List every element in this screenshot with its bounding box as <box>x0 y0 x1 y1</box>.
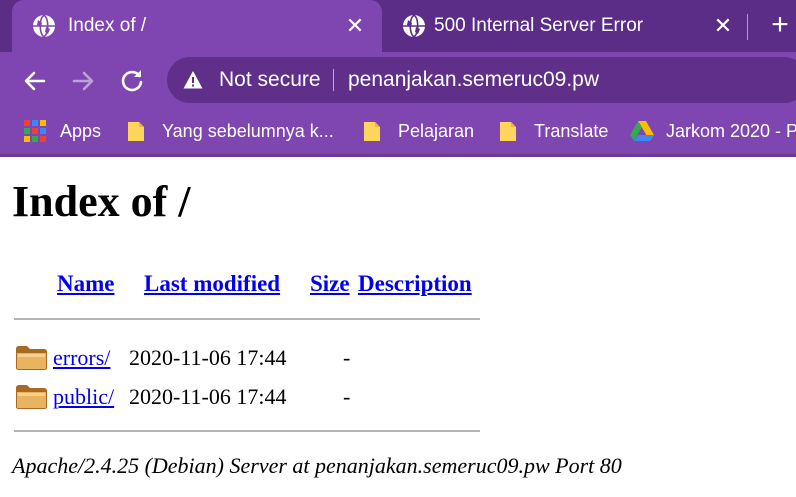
tab-500-error[interactable]: 500 Internal Server Error ✕ <box>384 0 746 52</box>
bookmark-label: Jarkom 2020 - P <box>666 121 796 141</box>
tab-close-icon[interactable]: ✕ <box>710 13 736 39</box>
last-modified-cell: 2020-11-06 17:44 <box>129 345 287 370</box>
bookmark-pelajaran[interactable]: Pelajaran <box>362 116 474 146</box>
folder-icon <box>16 385 47 409</box>
size-cell: - <box>343 384 351 409</box>
google-drive-icon <box>630 121 654 141</box>
folder-icon <box>364 122 380 141</box>
reload-icon[interactable] <box>115 64 149 98</box>
tab-title: 500 Internal Server Error <box>434 15 644 36</box>
back-arrow-icon[interactable] <box>18 64 52 98</box>
column-header-name[interactable]: Name <box>57 270 114 298</box>
bookmark-jarkom-2020[interactable]: Jarkom 2020 - P <box>630 116 796 146</box>
globe-icon <box>33 14 55 38</box>
bookmark-label: Pelajaran <box>398 121 475 141</box>
address-separator <box>333 69 334 91</box>
folder-icon <box>16 346 47 370</box>
warning-triangle-icon[interactable] <box>183 70 203 90</box>
server-signature: Apache/2.4.25 (Debian) Server at penanja… <box>12 453 622 478</box>
tab-close-icon[interactable]: ✕ <box>342 13 368 39</box>
bookmark-translate[interactable]: Translate <box>498 116 608 146</box>
column-header-last-modified[interactable]: Last modified <box>144 270 280 298</box>
new-tab-plus-icon[interactable]: + <box>764 10 796 42</box>
navigation-toolbar: Not secure penanjakan.semeruc09.pw <box>0 52 796 108</box>
folder-icon <box>128 122 144 141</box>
url-text[interactable]: penanjakan.semeruc09.pw <box>348 67 599 93</box>
bookmark-label: Yang sebelumnya k... <box>162 121 334 141</box>
page-title: Index of / <box>12 177 191 226</box>
column-header-description[interactable]: Description <box>358 270 472 298</box>
globe-icon <box>403 14 425 38</box>
bookmark-label: Translate <box>534 121 609 141</box>
address-bar[interactable]: Not secure penanjakan.semeruc09.pw <box>167 57 796 103</box>
forward-arrow-icon[interactable] <box>66 64 100 98</box>
page-content: Index of / Name Last modified Size Descr… <box>0 157 796 497</box>
bookmark-label: Apps <box>60 121 102 141</box>
file-link-errors[interactable]: errors/ <box>53 344 110 372</box>
folder-icon <box>500 122 516 141</box>
column-header-size[interactable]: Size <box>310 270 350 298</box>
tab-divider <box>747 14 748 40</box>
size-cell: - <box>343 345 351 370</box>
last-modified-cell: 2020-11-06 17:44 <box>129 384 287 409</box>
header-divider <box>14 318 480 320</box>
tab-title: Index of / <box>68 15 147 36</box>
not-secure-label[interactable]: Not secure <box>219 67 321 93</box>
file-link-public[interactable]: public/ <box>53 383 114 411</box>
bookmark-apps[interactable]: Apps <box>24 116 101 146</box>
apps-grid-icon <box>24 120 46 142</box>
bookmarks-bar: Apps Yang sebelumnya k... Pelajaran Tran… <box>0 108 796 154</box>
bookmark-yang-sebelumnya[interactable]: Yang sebelumnya k... <box>126 116 334 146</box>
tab-index-of[interactable]: Index of / ✕ <box>12 0 382 52</box>
footer-divider <box>14 430 480 432</box>
tab-strip: Index of / ✕ 500 Internal Server Error ✕… <box>0 0 796 52</box>
